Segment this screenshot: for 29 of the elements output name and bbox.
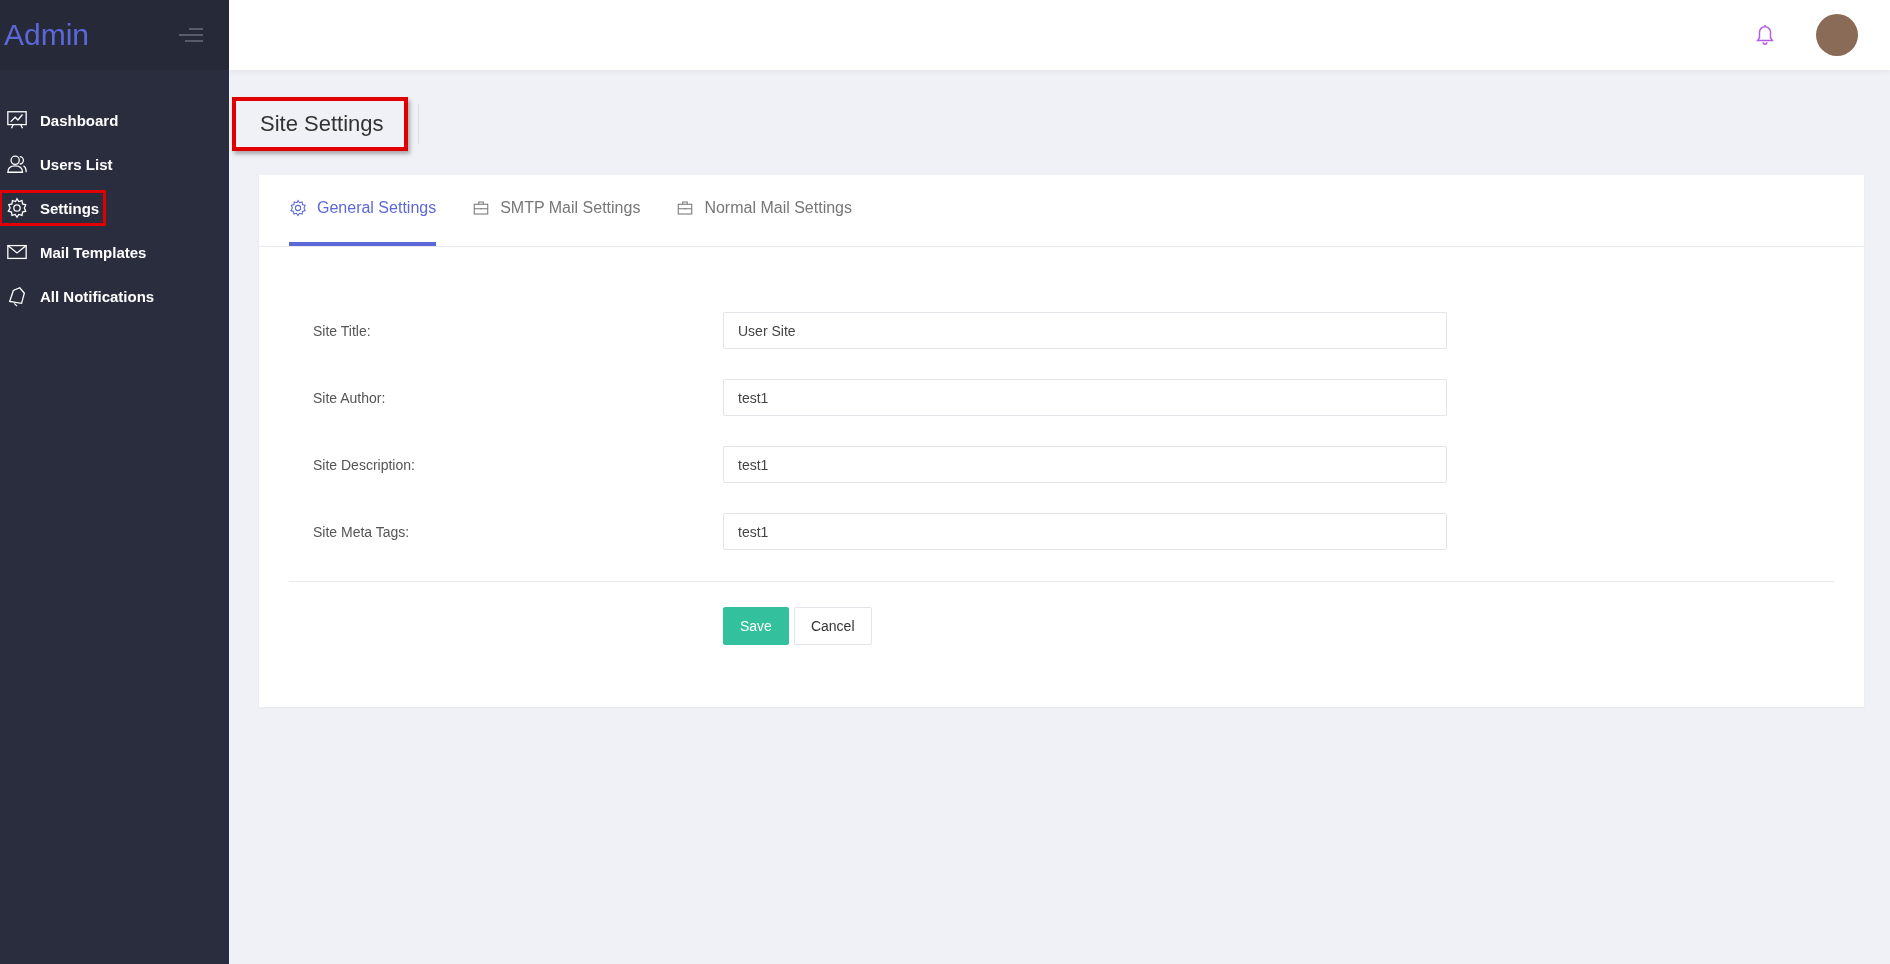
chart-board-icon (6, 109, 28, 131)
sidebar-item[interactable]: All Notifications (0, 278, 162, 314)
input-field[interactable]: User Site (723, 312, 1447, 349)
gear-icon (6, 197, 28, 219)
tab[interactable]: Normal Mail Settings (676, 175, 852, 246)
input-field[interactable]: test1 (723, 379, 1447, 416)
input-field[interactable]: test1 (723, 513, 1447, 550)
field-label: Site Title: (313, 322, 372, 339)
field-label: Site Author: (313, 389, 387, 406)
cancel-button[interactable]: Cancel (793, 607, 872, 645)
logo-text: Admin (4, 18, 90, 52)
sidebar-item[interactable]: Dashboard (0, 102, 126, 138)
sidebar-item[interactable]: Mail Templates (0, 234, 154, 270)
users-icon (6, 153, 28, 175)
sidebar-item[interactable]: Settings (0, 190, 107, 226)
briefcase-icon (676, 199, 695, 217)
bell-icon[interactable] (1754, 23, 1776, 47)
field-label: Site Description: (313, 456, 416, 473)
tab[interactable]: SMTP Mail Settings (472, 175, 641, 246)
sidebar-item[interactable]: Users List (0, 146, 120, 182)
menu-icon[interactable] (179, 27, 203, 43)
input-field[interactable]: test1 (723, 446, 1447, 483)
tab[interactable]: General Settings (289, 175, 437, 246)
avatar[interactable] (1816, 14, 1858, 56)
gear-icon (289, 199, 307, 217)
bell-icon (6, 285, 28, 307)
page-title: Site Settings (232, 97, 408, 151)
field-label: Site Meta Tags: (313, 523, 411, 540)
briefcase-icon (472, 199, 491, 217)
